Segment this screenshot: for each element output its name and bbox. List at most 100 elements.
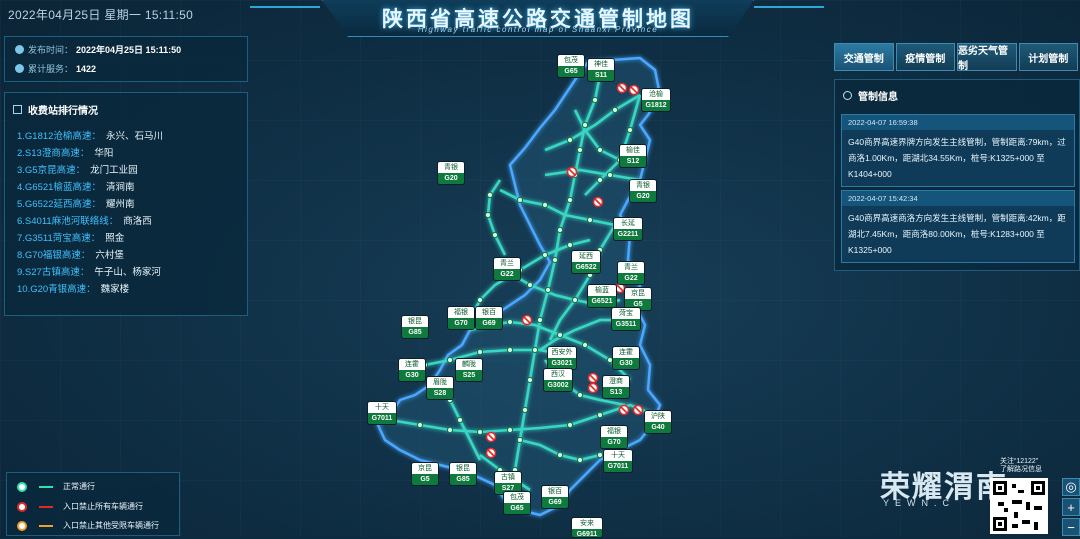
shield-g3511[interactable]: 菏宝 G3511 xyxy=(612,308,640,330)
shield-g20-west[interactable]: 青银 G20 xyxy=(438,162,464,184)
normal-node-icon xyxy=(17,481,27,492)
qr-caption: 关注“12122” 了解路况信息 xyxy=(1000,458,1042,473)
notice-time: 2022-04-07 15:42:34 xyxy=(842,191,1074,206)
shield-g6911[interactable]: 安来 G6911 xyxy=(572,518,602,537)
ranking-item[interactable]: 2.S13澄商高速： 华阳 xyxy=(17,145,163,162)
shield-g30-east[interactable]: 连霍 G30 xyxy=(613,347,639,369)
tab-planned-control[interactable]: 计划管制 xyxy=(1018,43,1078,71)
control-notice[interactable]: 2022-04-07 15:42:34 G40商界高速商洛方向发生主线管制，管制… xyxy=(841,190,1075,263)
shield-g3021[interactable]: 西安外 G3021 xyxy=(548,347,576,369)
publish-time-row: 发布时间： 2022年04月25日 15:11:50 xyxy=(15,43,181,56)
ranking-road: 8.G70福银高速： xyxy=(17,250,91,261)
title-decoration-left xyxy=(250,6,320,8)
qr-code xyxy=(990,478,1048,534)
publish-time-label: 发布时间： xyxy=(28,45,74,55)
service-count-value: 1422 xyxy=(76,63,97,74)
ranking-road: 6.S4011麻池河联络线： xyxy=(17,216,119,227)
shield-g65-south[interactable]: 包茂 G65 xyxy=(504,492,530,514)
control-notice[interactable]: 2022-04-07 16:59:38 G40商界高速界牌方向发生主线管制，管制… xyxy=(841,114,1075,187)
shield-s27[interactable]: 古镇 S27 xyxy=(495,472,521,494)
shield-g20-east[interactable]: 青银 G20 xyxy=(630,180,656,202)
control-info-title: 管制信息 xyxy=(843,88,898,103)
ranking-item[interactable]: 10.G20青银高速： 魏家楼 xyxy=(17,281,163,298)
ranking-road: 3.G5京昆高速： xyxy=(17,165,86,176)
shield-g5-south[interactable]: 京昆 G5 xyxy=(412,463,438,485)
shield-g2211[interactable]: 长延 G2211 xyxy=(614,218,642,240)
shield-g70-south[interactable]: 福银 G70 xyxy=(601,426,627,448)
ranking-list: 1.G1812沧榆高速： 永兴、石马川 2.S13澄商高速： 华阳 3.G5京昆高速… xyxy=(17,128,163,298)
legend-closed-all: 入口禁止所有车辆通行 xyxy=(17,501,143,512)
ranking-station: 照金 xyxy=(105,233,125,244)
shield-s11[interactable]: 神佳 S11 xyxy=(588,59,614,81)
shield-s28[interactable]: 眉陇 S28 xyxy=(427,377,453,399)
notice-body: G40商界高速界牌方向发生主线管制，管制距离:79km，过商洛1.00Km，距湖… xyxy=(848,137,1066,179)
ranking-road: 1.G1812沧榆高速： xyxy=(17,131,101,142)
ranking-item[interactable]: 6.S4011麻池河联络线： 商洛西 xyxy=(17,213,163,230)
ranking-item[interactable]: 4.G6521榆蓝高速： 清涧南 xyxy=(17,179,163,196)
normal-line-icon xyxy=(39,485,53,488)
legend-normal-label: 正常通行 xyxy=(63,482,95,491)
ranking-road: 2.S13澄商高速： xyxy=(17,148,90,159)
ranking-title-text: 收费站排行情况 xyxy=(28,106,98,117)
shield-g7011-east[interactable]: 十天 G7011 xyxy=(604,450,632,472)
page-subtitle: Highway traffic control map of Shaanxi P… xyxy=(417,25,659,34)
users-icon xyxy=(15,64,24,73)
shield-g65-north[interactable]: 包茂 G65 xyxy=(558,55,584,77)
shield-g7011-west[interactable]: 十天 G7011 xyxy=(368,402,396,424)
closed-all-line-icon xyxy=(39,505,53,508)
legend-closed-restricted-label: 入口禁止其他受限车辆通行 xyxy=(63,521,159,530)
watermark-url: YEWN.C xyxy=(883,498,955,508)
zoom-in-button[interactable]: + xyxy=(1062,498,1080,516)
ranking-item[interactable]: 9.S27古镇高速： 午子山、杨家河 xyxy=(17,264,163,281)
shield-g5-north[interactable]: 京昆 G5 xyxy=(625,288,651,310)
shield-g85-north[interactable]: 银昆 G85 xyxy=(402,316,428,338)
tab-weather-control[interactable]: 恶劣天气管制 xyxy=(957,43,1017,72)
closed-restricted-line-icon xyxy=(39,524,53,527)
shield-s12[interactable]: 榆佳 S12 xyxy=(620,145,646,167)
legend-closed-restricted: 入口禁止其他受限车辆通行 xyxy=(17,520,159,531)
title-decoration-right xyxy=(754,6,824,8)
ranking-road: 5.G6522延西高速： xyxy=(17,199,101,210)
shield-g6522[interactable]: 延西 G6522 xyxy=(572,251,600,273)
tab-traffic-control[interactable]: 交通管制 xyxy=(834,43,894,71)
shield-s25[interactable]: 麟陇 S25 xyxy=(456,359,482,381)
ranking-station: 午子山、杨家河 xyxy=(94,267,161,278)
shield-g22-east[interactable]: 青兰 G22 xyxy=(618,262,644,284)
prohibit-icon xyxy=(843,91,852,100)
toll-ranking-panel: 收费站排行情况 1.G1812沧榆高速： 永兴、石马川 2.S13澄商高速： 华阳 … xyxy=(4,92,248,316)
ranking-item[interactable]: 8.G70福银高速： 六村堡 xyxy=(17,247,163,264)
service-count-row: 累计服务： 1422 xyxy=(15,62,96,75)
locate-button[interactable]: ◎ xyxy=(1062,478,1080,496)
header-bar: 2022年04月25日 星期一 15:11:50 陕西省高速公路交通管制地图 H… xyxy=(0,0,1080,37)
ranking-road: 4.G6521榆蓝高速： xyxy=(17,182,101,193)
publish-info-panel: 发布时间： 2022年04月25日 15:11:50 累计服务： 1422 xyxy=(4,36,248,82)
ranking-title: 收费站排行情况 xyxy=(13,102,98,117)
shield-g69-south[interactable]: 银百 G69 xyxy=(542,486,568,508)
ranking-item[interactable]: 1.G1812沧榆高速： 永兴、石马川 xyxy=(17,128,163,145)
closed-all-icon xyxy=(17,501,27,512)
shield-g6521[interactable]: 榆蓝 G6521 xyxy=(588,285,616,307)
tab-epidemic-control[interactable]: 疫情管制 xyxy=(895,43,955,71)
map-legend: 正常通行 入口禁止所有车辆通行 入口禁止其他受限车辆通行 xyxy=(6,472,180,536)
ranking-station: 华阳 xyxy=(94,148,114,159)
shield-g1812[interactable]: 沧榆 G1812 xyxy=(642,89,670,111)
shield-g3002[interactable]: 西汉 G3002 xyxy=(544,369,572,391)
service-count-label: 累计服务： xyxy=(28,64,74,74)
shield-g70-west[interactable]: 福银 G70 xyxy=(448,307,474,329)
shield-g85-south[interactable]: 银昆 G85 xyxy=(450,463,476,485)
shield-g22-west[interactable]: 青兰 G22 xyxy=(494,258,520,280)
ranking-road: 10.G20青银高速： xyxy=(17,284,96,295)
closed-restricted-icon xyxy=(17,520,27,531)
publish-time-value: 2022年04月25日 15:11:50 xyxy=(76,45,182,55)
title-banner: 陕西省高速公路交通管制地图 Highway traffic control ma… xyxy=(322,0,754,37)
ranking-item[interactable]: 5.G6522延西高速： 耀州南 xyxy=(17,196,163,213)
ranking-item[interactable]: 3.G5京昆高速： 龙门工业园 xyxy=(17,162,163,179)
shield-g40[interactable]: 沪陕 G40 xyxy=(645,411,671,433)
shield-g30-west[interactable]: 连霍 G30 xyxy=(399,359,425,381)
ranking-item[interactable]: 7.G3511菏宝高速： 照金 xyxy=(17,230,163,247)
control-info-panel: 管制信息 2022-04-07 16:59:38 G40商界高速界牌方向发生主线… xyxy=(834,79,1080,271)
qr-pattern-icon xyxy=(993,481,1045,531)
shield-g69-north[interactable]: 银百 G69 xyxy=(476,307,502,329)
zoom-out-button[interactable]: − xyxy=(1062,518,1080,536)
shield-s13[interactable]: 澄商 S13 xyxy=(603,376,629,398)
